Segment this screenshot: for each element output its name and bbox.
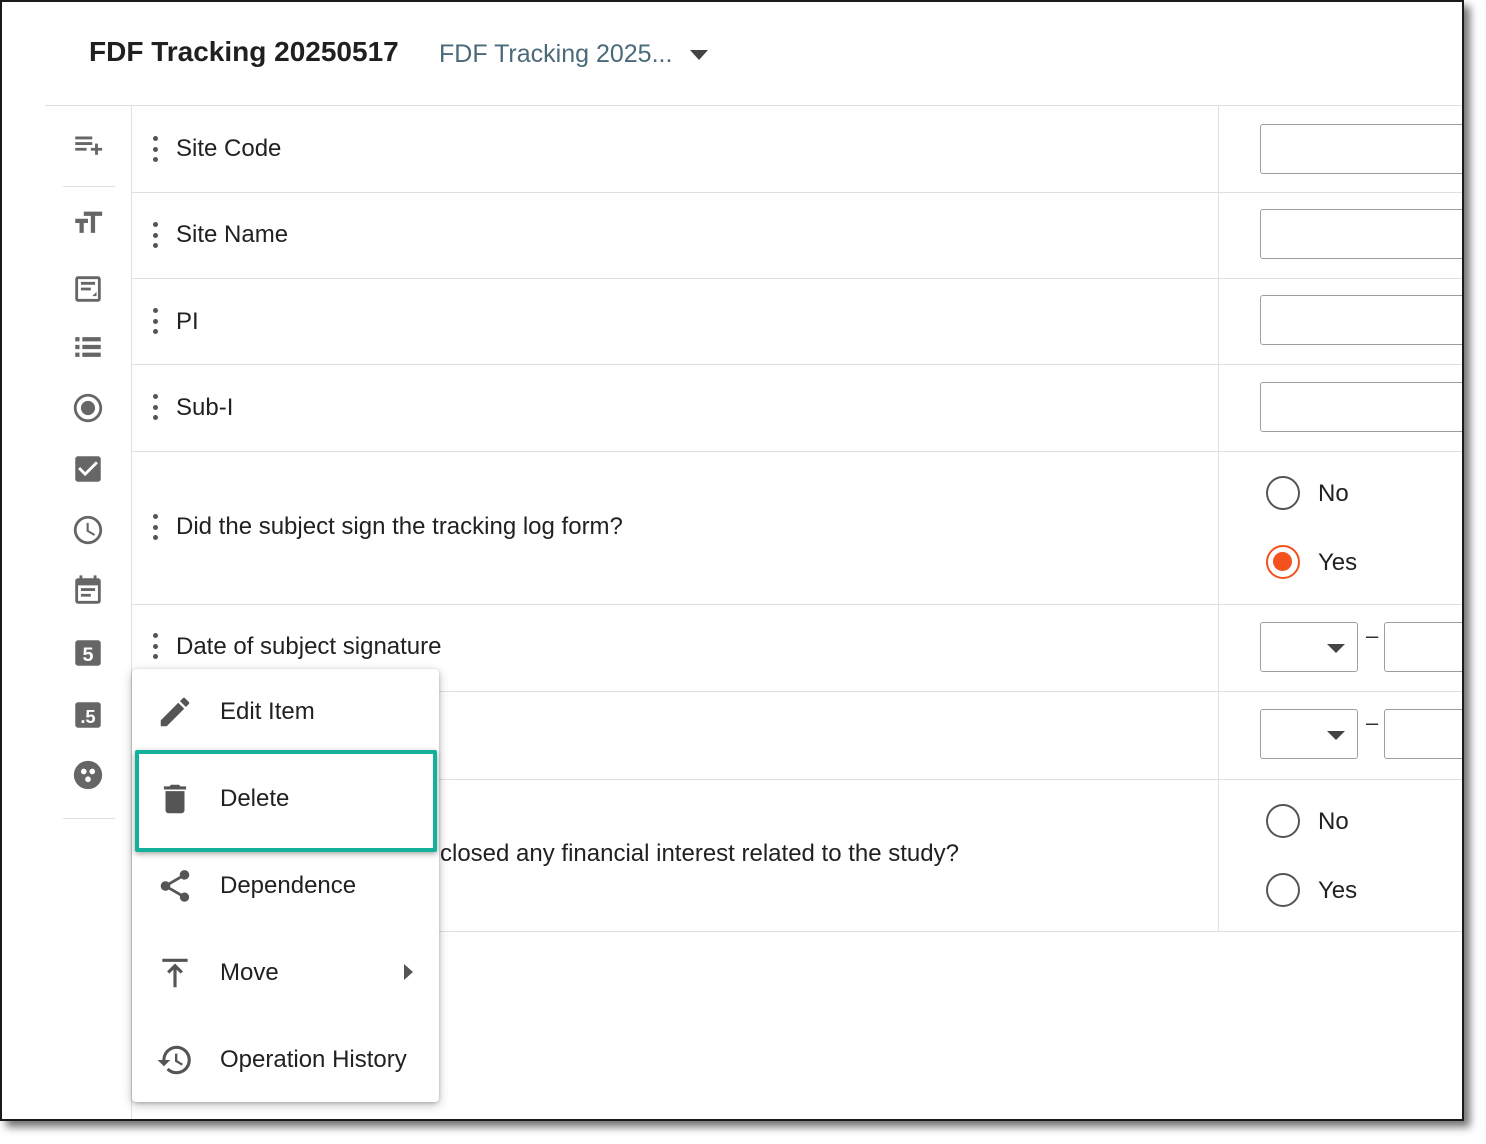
toolbar-divider	[63, 186, 115, 187]
column-divider	[1218, 605, 1219, 691]
column-divider	[1218, 279, 1219, 364]
form-row: Did the subject sign the tracking log fo…	[132, 452, 1462, 605]
radio-no[interactable]	[1266, 804, 1300, 838]
column-divider	[1218, 692, 1219, 779]
field-label: Date of subject signature	[176, 633, 442, 660]
menu-item-label: Dependence	[220, 872, 357, 899]
share-icon	[160, 870, 190, 902]
chevron-down-icon[interactable]	[690, 50, 708, 60]
menu-item-label: Delete	[220, 785, 290, 812]
app-window: FDF Tracking 20250517 FDF Tracking 2025.…	[0, 0, 1464, 1121]
form-row: Sub-I	[132, 365, 1462, 452]
text-size-icon[interactable]	[69, 204, 107, 242]
move-to-top-icon	[162, 958, 188, 988]
menu-item-dependence[interactable]: Dependence	[132, 843, 439, 930]
item-context-menu: Edit Item Delete Dependence Move Operati…	[132, 669, 439, 1102]
radio-label: No	[1318, 808, 1349, 835]
field-label: Site Code	[176, 135, 282, 162]
menu-item-label: Edit Item	[220, 698, 315, 725]
radio-label: Yes	[1318, 549, 1358, 576]
radio-label: No	[1318, 480, 1349, 507]
column-divider	[1218, 193, 1219, 278]
date-part-select[interactable]	[1260, 709, 1358, 759]
form-row: Site Code	[132, 106, 1462, 193]
column-divider	[1218, 452, 1219, 604]
more-vert-icon[interactable]	[148, 512, 162, 542]
date-part-input[interactable]	[1384, 622, 1462, 672]
site-code-input[interactable]	[1260, 124, 1462, 174]
text-field-icon[interactable]	[69, 270, 107, 308]
group-icon[interactable]	[69, 756, 107, 794]
column-divider	[1218, 365, 1219, 451]
clock-icon[interactable]	[69, 511, 107, 549]
decimal-icon-label: .5	[80, 706, 95, 727]
date-part-select[interactable]	[1260, 622, 1358, 672]
form-header: FDF Tracking 20250517 FDF Tracking 2025.…	[2, 2, 1462, 106]
sub-i-input[interactable]	[1260, 382, 1462, 432]
field-label: Sub-I	[176, 394, 234, 421]
checkbox-icon[interactable]	[69, 450, 107, 488]
chevron-down-icon	[1327, 731, 1345, 740]
radio-label: Yes	[1318, 877, 1358, 904]
menu-item-label: Operation History	[220, 1046, 407, 1073]
chevron-down-icon	[1327, 644, 1345, 653]
menu-item-move[interactable]: Move	[132, 930, 439, 1017]
column-divider	[1218, 106, 1219, 192]
form-row: PI	[132, 279, 1462, 365]
more-vert-icon[interactable]	[148, 220, 162, 250]
history-icon	[157, 1045, 191, 1075]
radio-icon[interactable]	[69, 389, 107, 427]
chevron-right-icon	[404, 964, 413, 980]
menu-item-delete[interactable]: Delete	[132, 756, 439, 843]
pencil-icon	[160, 697, 190, 727]
toolbar-divider	[63, 818, 115, 819]
list-icon[interactable]	[69, 328, 107, 366]
number-icon[interactable]: 5	[69, 634, 107, 672]
field-type-toolbar: 5 .5	[45, 106, 131, 1119]
field-label: PI	[176, 308, 199, 335]
column-divider	[1218, 780, 1219, 931]
menu-item-label: Move	[220, 959, 279, 986]
radio-yes[interactable]	[1266, 545, 1300, 579]
radio-no[interactable]	[1266, 476, 1300, 510]
date-separator: –	[1366, 710, 1379, 735]
menu-item-operation-history[interactable]: Operation History	[132, 1017, 439, 1104]
field-label: Did the subject sign the tracking log fo…	[176, 513, 623, 540]
pi-input[interactable]	[1260, 295, 1462, 345]
field-label: Site Name	[176, 221, 289, 248]
add-list-icon[interactable]	[69, 126, 107, 164]
date-separator: –	[1366, 623, 1379, 648]
form-title: FDF Tracking 20250517	[89, 36, 399, 67]
menu-item-edit[interactable]: Edit Item	[132, 669, 439, 756]
date-part-input[interactable]	[1384, 709, 1462, 759]
more-vert-icon[interactable]	[148, 306, 162, 336]
decimal-icon[interactable]: .5	[69, 696, 107, 734]
field-label: closed any financial interest related to…	[440, 840, 959, 867]
site-name-input[interactable]	[1260, 209, 1462, 259]
radio-yes[interactable]	[1266, 873, 1300, 907]
version-selector[interactable]: FDF Tracking 2025...	[439, 40, 672, 69]
more-vert-icon[interactable]	[148, 134, 162, 164]
trash-icon	[163, 784, 187, 814]
calendar-icon[interactable]	[69, 572, 107, 610]
more-vert-icon[interactable]	[148, 631, 162, 661]
more-vert-icon[interactable]	[148, 392, 162, 422]
form-row: Site Name	[132, 193, 1462, 279]
number-icon-label: 5	[82, 644, 93, 666]
